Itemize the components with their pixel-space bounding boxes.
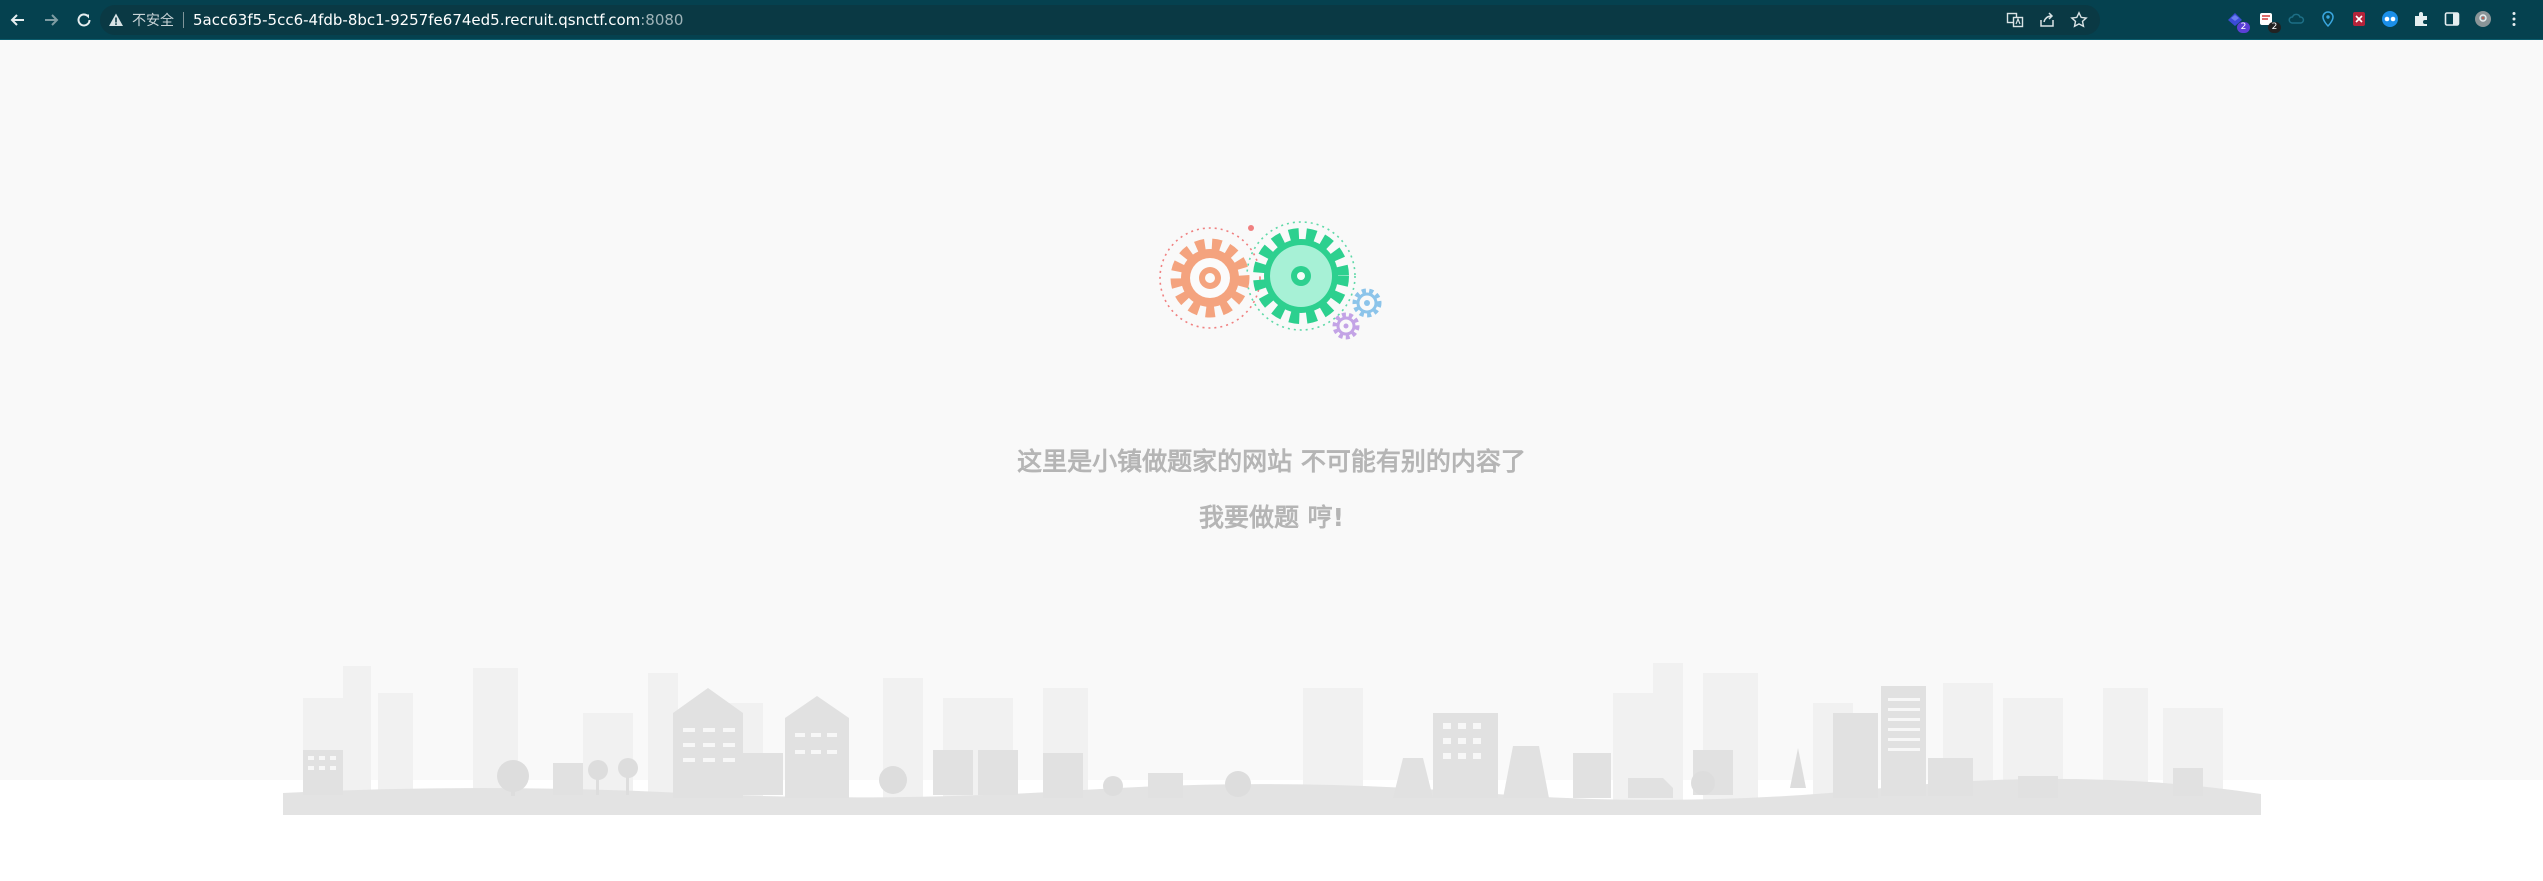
cloud-extension-button[interactable]: [2287, 8, 2307, 30]
orbit-dot: [1248, 225, 1254, 231]
menu-button[interactable]: [2504, 8, 2524, 30]
page-content: 这里是小镇做题家的网站 不可能有别的内容了 我要做题 哼!: [0, 40, 2543, 881]
share-icon[interactable]: [2038, 11, 2056, 29]
extensions-button[interactable]: [2411, 8, 2431, 30]
arrow-left-icon: [10, 13, 24, 26]
extension-1-button[interactable]: 2: [2225, 8, 2250, 33]
separator: [183, 12, 184, 28]
warning-icon: [109, 13, 123, 26]
url-host[interactable]: 5acc63f5-5cc6-4fdb-8bc1-9257fe674ed5.rec…: [193, 11, 640, 29]
gear-large-green: [1253, 228, 1349, 324]
extension-1-badge: 2: [2237, 22, 2250, 33]
address-bar[interactable]: 不安全 5acc63f5-5cc6-4fdb-8bc1-9257fe674ed5…: [100, 5, 2100, 35]
back-button[interactable]: [3, 5, 33, 35]
location-extension-button[interactable]: [2318, 8, 2338, 30]
message-line-1: 这里是小镇做题家的网站 不可能有别的内容了: [1017, 447, 1526, 476]
city-skyline-illustration: [283, 663, 2261, 815]
arrow-right-icon: [45, 13, 59, 26]
extension-2-button[interactable]: 2: [2256, 8, 2281, 33]
extension-2-badge: 2: [2268, 22, 2281, 33]
forward-button[interactable]: [36, 5, 66, 35]
kebab-menu-icon: [2512, 12, 2516, 26]
red-x-extension-button[interactable]: [2349, 8, 2369, 30]
location-pin-icon: [2322, 11, 2334, 28]
avatar-icon: [2475, 11, 2491, 27]
security-label[interactable]: 不安全: [132, 10, 174, 30]
translate-icon[interactable]: [2006, 11, 2024, 29]
reload-icon: [77, 12, 91, 26]
gears-illustration: [1159, 221, 1382, 340]
browser-toolbar: 不安全 5acc63f5-5cc6-4fdb-8bc1-9257fe674ed5…: [0, 0, 2543, 40]
puzzle-icon: [2415, 12, 2427, 26]
glasses-icon: [2382, 11, 2398, 27]
reload-button[interactable]: [69, 5, 99, 35]
page-footer-blank: [0, 820, 2543, 881]
profile-button[interactable]: [2473, 8, 2493, 30]
gear-small-purple: [1332, 312, 1360, 340]
glasses-extension-button[interactable]: [2380, 8, 2400, 30]
cloud-icon: [2288, 13, 2305, 24]
bookmark-star-icon[interactable]: [2070, 11, 2088, 29]
message-line-2: 我要做题 哼!: [1198, 503, 1345, 532]
side-panel-icon: [2444, 12, 2460, 26]
gear-large-orange: [1170, 238, 1250, 318]
side-panel-button[interactable]: [2442, 8, 2462, 30]
gear-small-blue: [1352, 288, 1382, 318]
url-port[interactable]: :8080: [640, 11, 683, 29]
red-x-icon: [2353, 12, 2365, 26]
